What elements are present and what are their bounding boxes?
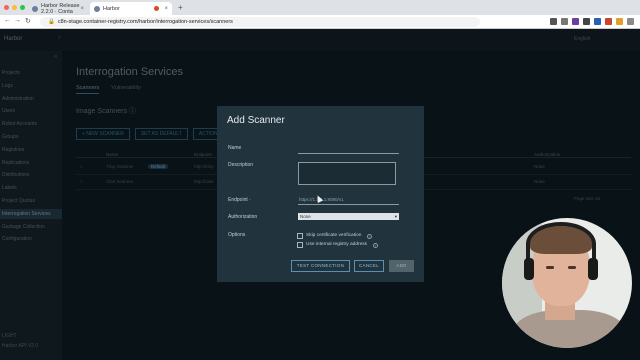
authorization-label: Authorization: [228, 214, 258, 220]
dialog-title: Add Scanner: [227, 115, 285, 126]
options-label: Options: [228, 232, 246, 238]
internal-address-checkbox[interactable]: [297, 242, 303, 248]
favicon-icon: [32, 5, 38, 12]
address-bar: ← → ↻ 🔒 c8n-stage.container-registry.com/…: [0, 15, 640, 29]
test-connection-button[interactable]: TEST CONNECTION: [291, 260, 350, 272]
lock-icon: 🔒: [48, 19, 55, 25]
favicon-icon: [94, 5, 100, 12]
endpoint-label: Endpoint ·: [228, 197, 251, 203]
browser-window: Harbor Release 2.2.0 · Conta × Harbor × …: [0, 0, 640, 360]
cancel-button[interactable]: CANCEL: [354, 260, 384, 272]
close-tab-icon[interactable]: ×: [80, 6, 84, 12]
description-label: Description: [228, 162, 254, 168]
extension-icons: [550, 18, 634, 25]
skip-cert-label[interactable]: Skip certificate verification: [306, 233, 361, 238]
extension-icon[interactable]: [561, 18, 568, 25]
close-window-icon[interactable]: [4, 5, 9, 10]
webcam-eye: [568, 266, 576, 269]
maximize-window-icon[interactable]: [20, 5, 25, 10]
reload-icon[interactable]: ↻: [25, 17, 31, 25]
info-icon[interactable]: i: [373, 243, 378, 248]
chevron-down-icon: ▾: [394, 214, 397, 219]
extension-icon[interactable]: [572, 18, 579, 25]
extension-icon[interactable]: [616, 18, 623, 25]
tab-strip: Harbor Release 2.2.0 · Conta × Harbor × …: [0, 0, 640, 15]
name-label: Name: [228, 145, 242, 151]
tab-title: Harbor: [103, 5, 120, 12]
required-indicator: ·: [249, 197, 251, 203]
extension-icon[interactable]: [627, 18, 634, 25]
description-textarea[interactable]: [298, 162, 396, 185]
webcam-eye: [546, 266, 554, 269]
browser-tab-harbor-release[interactable]: Harbor Release 2.2.0 · Conta ×: [28, 2, 88, 15]
extension-icon[interactable]: [583, 18, 590, 25]
tab-title: Harbor Release 2.2.0 · Conta: [41, 2, 80, 15]
endpoint-input[interactable]: [298, 204, 399, 205]
forward-icon[interactable]: →: [14, 17, 21, 24]
window-controls: [4, 5, 25, 10]
name-input[interactable]: [298, 153, 399, 154]
authorization-select-value: None: [300, 214, 311, 219]
browser-tab-harbor[interactable]: Harbor ×: [90, 2, 172, 15]
info-icon[interactable]: i: [367, 234, 372, 239]
url-text: c8n-stage.container-registry.com/harbor/…: [57, 19, 233, 25]
recording-icon: [154, 6, 159, 11]
webcam-overlay: [502, 218, 632, 348]
headphone-left-icon: [524, 258, 534, 280]
minimize-window-icon[interactable]: [12, 5, 17, 10]
authorization-select[interactable]: None ▾: [298, 213, 399, 220]
url-field[interactable]: 🔒 c8n-stage.container-registry.com/harbor…: [40, 17, 480, 27]
headphone-right-icon: [588, 258, 598, 280]
extension-icon[interactable]: [605, 18, 612, 25]
add-button[interactable]: ADD: [389, 260, 414, 272]
back-icon[interactable]: ←: [4, 17, 11, 24]
extension-icon[interactable]: [594, 18, 601, 25]
internal-address-label[interactable]: Use internal registry address: [306, 242, 367, 247]
endpoint-label-text: Endpoint: [228, 197, 248, 203]
close-tab-icon[interactable]: ×: [164, 6, 168, 12]
headphones-band-icon: [526, 222, 596, 266]
new-tab-icon[interactable]: +: [178, 3, 183, 12]
extension-icon[interactable]: [550, 18, 557, 25]
skip-cert-checkbox[interactable]: [297, 233, 303, 239]
